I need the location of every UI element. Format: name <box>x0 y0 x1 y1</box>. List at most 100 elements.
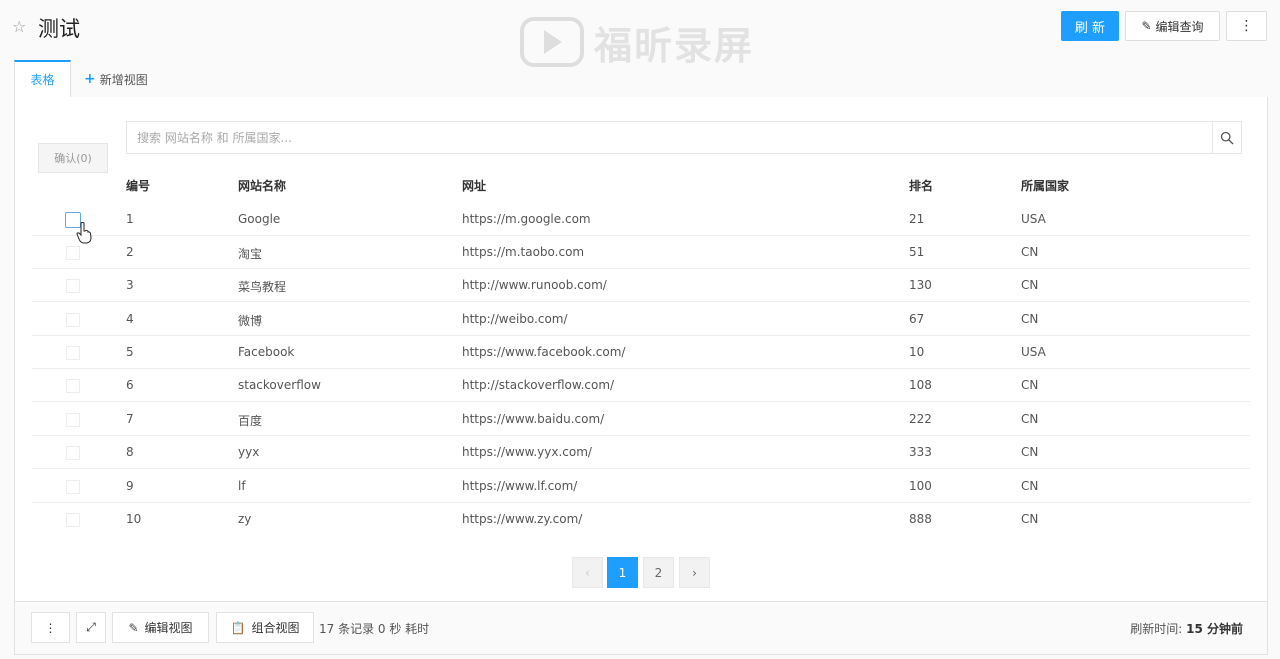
tab-table[interactable]: 表格 <box>14 60 71 98</box>
edit-icon: ✎ <box>128 620 139 635</box>
refresh-button[interactable]: 刷 新 <box>1061 11 1119 41</box>
chevron-left-icon: ‹ <box>585 565 590 580</box>
table-row[interactable]: 6 stackoverflow http://stackoverflow.com… <box>32 369 1250 402</box>
cell-rank: 333 <box>909 445 932 459</box>
cell-id: 8 <box>126 445 134 459</box>
cell-country: CN <box>1021 479 1039 493</box>
pagination-page-1[interactable]: 1 <box>607 557 638 588</box>
cell-country: CN <box>1021 378 1039 392</box>
cell-site-name: zy <box>238 512 252 526</box>
cell-site-name: stackoverflow <box>238 378 321 392</box>
table-header: 编号 网站名称 网址 排名 所属国家 <box>0 168 1280 202</box>
table-row[interactable]: 1 Google https://m.google.com 21 USA <box>32 203 1250 236</box>
table-row[interactable]: 4 微博 http://weibo.com/ 67 CN <box>32 303 1250 336</box>
combine-view-button[interactable]: 📋 组合视图 <box>216 612 314 643</box>
plus-icon: + <box>84 71 96 87</box>
table-row[interactable]: 10 zy https://www.zy.com/ 888 CN <box>32 503 1250 536</box>
record-count: 17 条记录 0 秒 耗时 <box>319 622 430 636</box>
row-checkbox[interactable] <box>66 480 80 494</box>
row-checkbox[interactable] <box>66 413 80 427</box>
edit-view-button[interactable]: ✎ 编辑视图 <box>112 612 209 643</box>
more-options-button[interactable]: ⋮ <box>1226 11 1267 41</box>
table-row[interactable]: 8 yyx https://www.yyx.com/ 333 CN <box>32 436 1250 469</box>
cell-country: CN <box>1021 412 1039 426</box>
cell-id: 2 <box>126 245 134 259</box>
table-row[interactable]: 5 Facebook https://www.facebook.com/ 10 … <box>32 336 1250 369</box>
cell-site-name: yyx <box>238 445 260 459</box>
cell-site-name: lf <box>238 479 246 493</box>
cell-rank: 100 <box>909 479 932 493</box>
cell-url: https://m.google.com <box>462 212 591 226</box>
page-title: 测试 <box>38 17 80 41</box>
table-row[interactable]: 3 菜鸟教程 http://www.runoob.com/ 130 CN <box>32 269 1250 302</box>
cell-country: CN <box>1021 245 1039 259</box>
expand-icon: ⤢ <box>86 620 96 634</box>
cell-site-name: 百度 <box>238 414 263 428</box>
table-row[interactable]: 9 lf https://www.lf.com/ 100 CN <box>32 470 1250 503</box>
cell-country: CN <box>1021 512 1039 526</box>
search-input[interactable] <box>127 122 1212 153</box>
row-checkbox[interactable] <box>66 379 80 393</box>
view-tabs: 表格 + 新增视图 <box>14 60 1268 98</box>
confirm-button-label: 确认(0) <box>54 152 92 165</box>
pagination-next-button[interactable]: › <box>679 557 710 588</box>
column-header-rank[interactable]: 排名 <box>909 177 933 194</box>
cell-country: CN <box>1021 312 1039 326</box>
cell-country: CN <box>1021 278 1039 292</box>
edit-view-label: 编辑视图 <box>144 621 193 635</box>
row-checkbox[interactable] <box>66 346 80 360</box>
pagination-page-2[interactable]: 2 <box>643 557 674 588</box>
row-checkbox[interactable] <box>66 446 80 460</box>
cell-id: 4 <box>126 312 134 326</box>
tab-add-view-label: 新增视图 <box>99 72 148 87</box>
column-header-site-name[interactable]: 网站名称 <box>238 177 286 194</box>
row-checkbox[interactable] <box>66 513 80 527</box>
tab-add-view[interactable]: + 新增视图 <box>84 60 164 98</box>
cell-site-name: 微博 <box>238 314 263 328</box>
page-number: 1 <box>618 565 627 580</box>
column-header-country[interactable]: 所属国家 <box>1021 177 1069 194</box>
table-row[interactable]: 7 百度 https://www.baidu.com/ 222 CN <box>32 403 1250 436</box>
column-header-id[interactable]: 编号 <box>126 177 150 194</box>
edit-query-button[interactable]: ✎ 编辑查询 <box>1125 11 1220 41</box>
page-number: 2 <box>654 565 663 580</box>
cell-url: https://www.baidu.com/ <box>462 412 605 426</box>
cell-rank: 51 <box>909 245 925 259</box>
cell-id: 5 <box>126 345 134 359</box>
search-box <box>126 121 1213 154</box>
refresh-time: 刷新时间: 15 分钟前 <box>1130 620 1243 637</box>
pagination-prev-button[interactable]: ‹ <box>572 557 603 588</box>
cell-url: https://m.taobo.com <box>462 245 585 259</box>
cell-country: USA <box>1021 212 1046 226</box>
cell-id: 9 <box>126 479 134 493</box>
refresh-button-label: 刷 新 <box>1074 20 1106 36</box>
hand-cursor-icon <box>76 222 92 244</box>
table-row[interactable]: 2 淘宝 https://m.taobo.com 51 CN <box>32 236 1250 269</box>
search-button[interactable] <box>1212 121 1242 154</box>
fullscreen-button[interactable]: ⤢ <box>76 612 106 643</box>
more-options-icon: ⋮ <box>1239 18 1254 34</box>
cell-rank: 67 <box>909 312 925 326</box>
search-icon <box>1220 131 1234 144</box>
cell-rank: 888 <box>909 512 932 526</box>
column-header-url[interactable]: 网址 <box>462 177 486 194</box>
cell-url: https://www.yyx.com/ <box>462 445 592 459</box>
cell-url: http://stackoverflow.com/ <box>462 378 615 392</box>
refresh-time-value: 15 分钟前 <box>1186 622 1243 636</box>
cell-site-name: Facebook <box>238 345 295 359</box>
edit-query-label: 编辑查询 <box>1155 19 1204 34</box>
cell-country: CN <box>1021 445 1039 459</box>
row-checkbox[interactable] <box>66 279 80 293</box>
cell-site-name: Google <box>238 212 281 226</box>
row-checkbox[interactable] <box>66 246 80 260</box>
cell-rank: 130 <box>909 278 932 292</box>
cell-country: USA <box>1021 345 1046 359</box>
cell-rank: 222 <box>909 412 932 426</box>
row-checkbox[interactable] <box>66 313 80 327</box>
cell-site-name: 淘宝 <box>238 247 263 261</box>
clipboard-icon: 📋 <box>230 620 246 635</box>
cell-url: https://www.lf.com/ <box>462 479 578 493</box>
footer-more-button[interactable]: ⋮ <box>31 612 70 643</box>
star-icon[interactable]: ☆ <box>12 17 26 36</box>
edit-icon: ✎ <box>1141 19 1152 33</box>
